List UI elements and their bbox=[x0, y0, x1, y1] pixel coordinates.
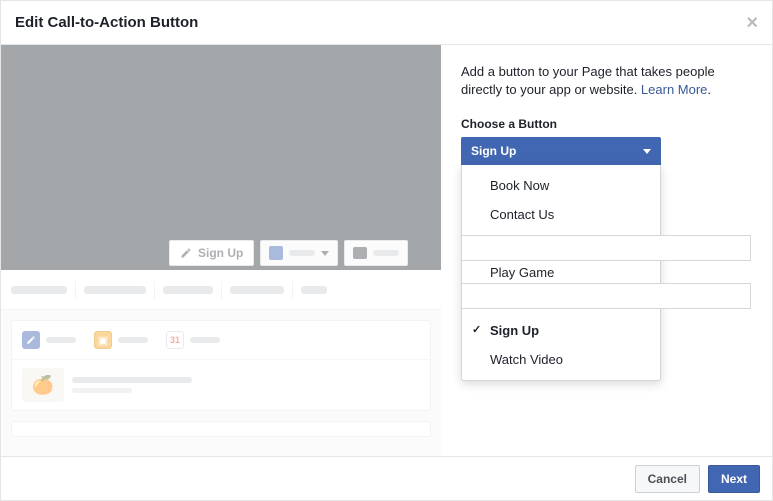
calendar-icon: 31 bbox=[166, 331, 184, 349]
cta-preview-button[interactable]: Sign Up bbox=[169, 240, 254, 266]
post-preview: 🍊 bbox=[12, 359, 430, 410]
thumb-icon bbox=[269, 246, 283, 260]
modal-footer: Cancel Next bbox=[1, 456, 772, 500]
modal-title: Edit Call-to-Action Button bbox=[15, 14, 198, 31]
edit-cta-modal: Edit Call-to-Action Button × Sign Up bbox=[0, 0, 773, 501]
config-panel: Add a button to your Page that takes peo… bbox=[441, 45, 772, 456]
photo-icon: ▣ bbox=[94, 331, 112, 349]
cta-preview-label: Sign Up bbox=[198, 246, 243, 260]
tab-placeholder bbox=[230, 286, 284, 294]
dropdown-option-watch-video[interactable]: Watch Video bbox=[462, 345, 660, 374]
tab-placeholder bbox=[11, 286, 67, 294]
description-text: Add a button to your Page that takes peo… bbox=[461, 63, 752, 99]
chevron-down-icon bbox=[643, 149, 651, 154]
chevron-down-icon bbox=[321, 251, 329, 256]
dropdown-option-book-now[interactable]: Book Now bbox=[462, 171, 660, 200]
dropdown-option-contact-us[interactable]: Contact Us bbox=[462, 200, 660, 229]
tab-placeholder bbox=[84, 286, 146, 294]
page-nav-tabs bbox=[1, 270, 441, 310]
app-link-input[interactable] bbox=[461, 283, 751, 309]
next-button[interactable]: Next bbox=[708, 465, 760, 493]
dropdown-header[interactable]: Sign Up bbox=[461, 137, 661, 165]
card-placeholder bbox=[11, 421, 431, 437]
speech-bubble-icon bbox=[353, 247, 367, 259]
choose-button-label: Choose a Button bbox=[461, 117, 752, 131]
tab-placeholder bbox=[301, 286, 327, 294]
close-icon[interactable]: × bbox=[746, 13, 758, 33]
dropdown-option-sign-up[interactable]: Sign Up bbox=[462, 316, 660, 345]
page-preview: Sign Up bbox=[1, 45, 441, 456]
message-button[interactable] bbox=[344, 240, 408, 266]
pencil-icon bbox=[22, 331, 40, 349]
dropdown-list: Book Now Contact Us Use App Play Game Sh… bbox=[461, 165, 661, 381]
like-button[interactable] bbox=[260, 240, 338, 266]
composer-photo[interactable]: ▣ bbox=[94, 331, 148, 349]
website-input[interactable] bbox=[461, 235, 751, 261]
modal-header: Edit Call-to-Action Button × bbox=[1, 1, 772, 45]
composer-row: ▣ 31 bbox=[12, 321, 430, 359]
composer-card: ▣ 31 🍊 bbox=[11, 320, 431, 411]
page-action-bar: Sign Up bbox=[1, 236, 441, 270]
avatar: 🍊 bbox=[22, 368, 64, 402]
dropdown-selected-label: Sign Up bbox=[471, 144, 516, 158]
learn-more-link[interactable]: Learn More bbox=[641, 82, 707, 97]
cover-photo: Sign Up bbox=[1, 45, 441, 270]
composer-status[interactable] bbox=[22, 331, 76, 349]
pencil-icon bbox=[180, 247, 192, 259]
cancel-button[interactable]: Cancel bbox=[635, 465, 700, 493]
modal-body: Sign Up bbox=[1, 45, 772, 456]
tab-placeholder bbox=[163, 286, 213, 294]
composer-event[interactable]: 31 bbox=[166, 331, 220, 349]
